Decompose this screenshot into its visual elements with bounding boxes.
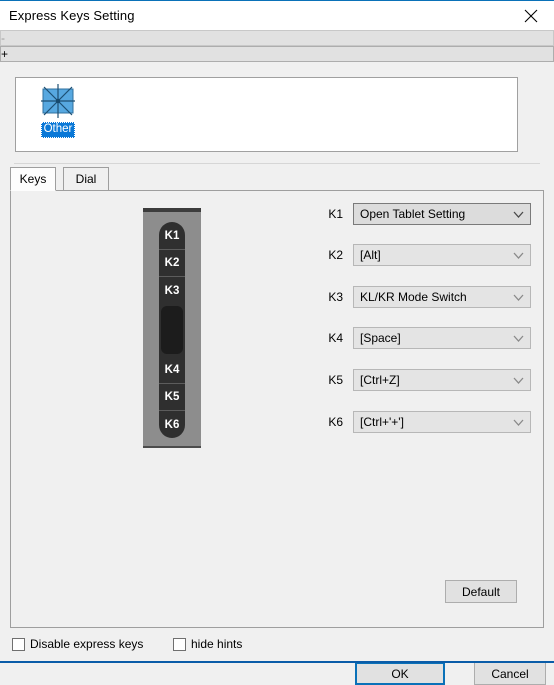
key-combo-k5[interactable]: [Ctrl+Z] xyxy=(353,369,531,391)
touch-strip-graphic[interactable] xyxy=(161,306,183,354)
tab-keys[interactable]: Keys xyxy=(10,167,56,191)
tab-dial-label: Dial xyxy=(75,172,97,186)
tablet-key-k3[interactable]: K3 xyxy=(159,277,185,304)
close-button[interactable] xyxy=(508,1,554,30)
chevron-down-icon xyxy=(513,251,524,260)
tab-panel-keys: K1 K2 K3 K4 K5 K6 K1 Open Tablet Setting… xyxy=(10,190,544,628)
key-combo-k6[interactable]: [Ctrl+'+'] xyxy=(353,411,531,433)
key-combo-k5-value: [Ctrl+Z] xyxy=(360,373,400,387)
tablet-key-k6-label: K6 xyxy=(164,418,180,431)
key-combo-k4-value: [Space] xyxy=(360,331,401,345)
tablet-key-k2-label: K2 xyxy=(164,257,180,269)
dialog-client-area: Other - + Keys Dial K1 K2 K3 K4 K5 K6 K1… xyxy=(0,30,554,685)
chevron-down-icon xyxy=(513,210,524,219)
key-label-k4: K4 xyxy=(328,331,343,345)
tablet-key-k1[interactable]: K1 xyxy=(159,223,185,250)
cancel-button[interactable]: Cancel xyxy=(474,662,546,685)
tablet-key-k3-label: K3 xyxy=(164,284,180,297)
tablet-key-k5-label: K5 xyxy=(164,391,180,403)
chevron-down-icon xyxy=(513,334,524,343)
tablet-starburst-icon xyxy=(28,82,88,120)
tab-dial[interactable]: Dial xyxy=(63,167,109,191)
plus-icon: + xyxy=(1,47,9,61)
checkbox-disable-express-keys-label: Disable express keys xyxy=(30,637,144,651)
key-label-k2: K2 xyxy=(328,248,343,262)
tab-strip: Keys Dial xyxy=(10,167,544,191)
checkbox-box[interactable] xyxy=(12,637,25,651)
tablet-preview-graphic: K1 K2 K3 K4 K5 K6 xyxy=(143,208,201,448)
key-combo-k2[interactable]: [Alt] xyxy=(353,244,531,266)
key-label-k5: K5 xyxy=(328,373,343,387)
tablet-key-k1-label: K1 xyxy=(164,230,180,242)
default-button[interactable]: Default xyxy=(445,580,517,603)
cancel-button-label: Cancel xyxy=(491,666,529,681)
chevron-down-icon xyxy=(513,376,524,385)
key-label-k6: K6 xyxy=(328,415,343,429)
key-label-k1: K1 xyxy=(328,207,343,221)
key-combo-k2-value: [Alt] xyxy=(360,248,381,262)
title-bar: Express Keys Setting xyxy=(0,0,554,31)
express-key-strip: K1 K2 K3 K4 K5 K6 xyxy=(159,222,185,438)
checkbox-hide-hints[interactable]: hide hints xyxy=(173,636,242,652)
device-list-item-label: Other xyxy=(40,122,76,138)
chevron-down-icon xyxy=(513,293,524,302)
key-combo-k1-value: Open Tablet Setting xyxy=(360,207,466,221)
tablet-key-k4-label: K4 xyxy=(164,364,180,376)
key-combo-k1[interactable]: Open Tablet Setting xyxy=(353,203,531,225)
remove-device-button[interactable]: - xyxy=(0,30,554,46)
ok-button[interactable]: OK xyxy=(355,662,445,685)
tablet-key-k2[interactable]: K2 xyxy=(159,250,185,277)
tablet-key-k6[interactable]: K6 xyxy=(159,411,185,438)
add-device-button[interactable]: + xyxy=(0,46,554,62)
device-list-item[interactable]: Other xyxy=(28,82,88,138)
checkbox-hide-hints-label: hide hints xyxy=(191,637,243,651)
checkbox-disable-express-keys[interactable]: Disable express keys xyxy=(12,636,143,652)
key-combo-k3[interactable]: KL/KR Mode Switch xyxy=(353,286,531,308)
key-combo-k6-value: [Ctrl+'+'] xyxy=(360,415,404,429)
window-title: Express Keys Setting xyxy=(9,8,135,23)
tablet-key-k5[interactable]: K5 xyxy=(159,384,185,411)
separator xyxy=(14,163,540,164)
ok-button-label: OK xyxy=(391,666,409,681)
key-label-k3: K3 xyxy=(328,290,343,304)
close-icon xyxy=(524,9,538,23)
minus-icon: - xyxy=(1,31,5,45)
tab-keys-label: Keys xyxy=(19,172,47,186)
checkbox-box[interactable] xyxy=(173,637,186,651)
device-list[interactable]: Other xyxy=(15,77,518,152)
key-combo-k3-value: KL/KR Mode Switch xyxy=(360,290,467,304)
tablet-key-k4[interactable]: K4 xyxy=(159,357,185,384)
chevron-down-icon xyxy=(513,418,524,427)
default-button-label: Default xyxy=(461,584,501,599)
key-combo-k4[interactable]: [Space] xyxy=(353,327,531,349)
